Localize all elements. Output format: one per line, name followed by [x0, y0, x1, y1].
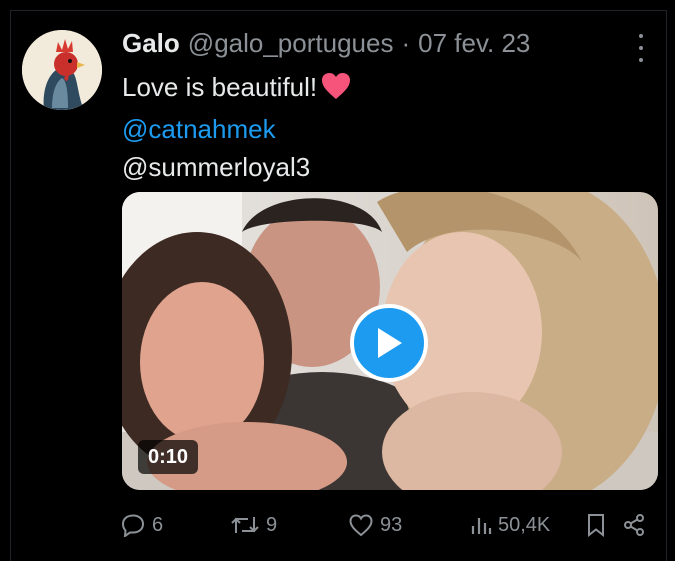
retweet-count: 9 [266, 513, 278, 536]
author-name[interactable]: Galo [122, 28, 180, 59]
bookmark-icon [588, 514, 604, 537]
video-duration-badge: 0:10 [138, 440, 199, 474]
tweet-text: Love is beautiful! @catnahmek @summerloy… [122, 68, 351, 186]
play-icon[interactable] [350, 304, 428, 382]
retweet-icon [231, 517, 259, 533]
mention-text: @summerloyal3 [122, 152, 311, 182]
views-count: 50,4K [498, 513, 551, 536]
tweet-header: Galo @galo_portugues · 07 fev. 23 [122, 28, 530, 59]
reply-icon [121, 514, 145, 537]
like-icon [349, 514, 373, 537]
views-icon [471, 518, 492, 534]
bookmark-button[interactable] [586, 510, 606, 540]
mention-link[interactable]: @catnahmek [122, 110, 351, 148]
share-button[interactable] [622, 510, 646, 540]
heart-emoji-icon [321, 72, 351, 110]
more-icon[interactable] [631, 34, 651, 62]
tweet-text-line1: Love is beautiful! [122, 72, 318, 102]
tweet-actions: 6 9 93 50,4K [120, 510, 650, 540]
like-count: 93 [380, 513, 403, 536]
tweet-date[interactable]: 07 fev. 23 [418, 28, 530, 59]
share-icon [624, 514, 644, 536]
like-button[interactable]: 93 [348, 510, 402, 540]
separator: · [401, 28, 411, 58]
rooster-avatar-image [22, 30, 102, 110]
reply-button[interactable]: 6 [120, 510, 163, 540]
avatar[interactable] [22, 30, 102, 110]
author-handle[interactable]: @galo_portugues [188, 28, 394, 59]
views-button[interactable]: 50,4K [470, 510, 550, 540]
retweet-button[interactable]: 9 [230, 510, 277, 540]
reply-count: 6 [152, 513, 164, 536]
